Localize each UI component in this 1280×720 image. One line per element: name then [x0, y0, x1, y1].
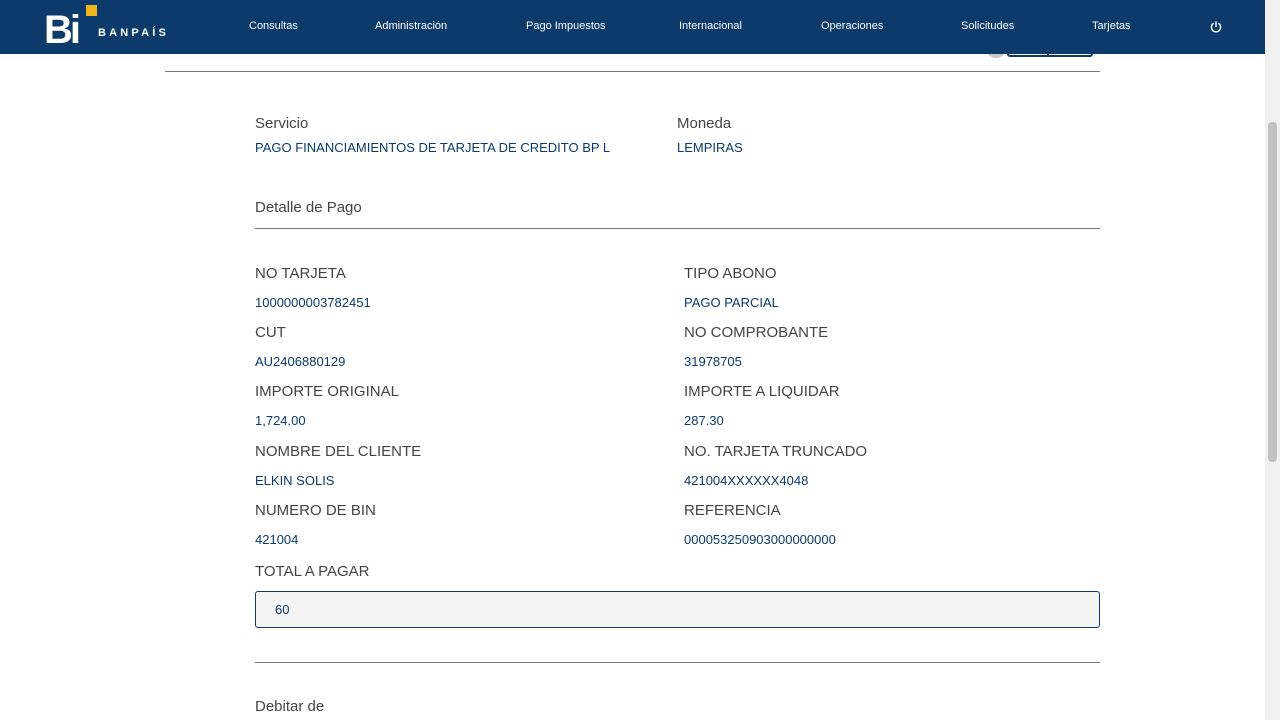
no-comprobante-value: 31978705 — [684, 354, 742, 369]
cut-label: CUT — [255, 324, 286, 341]
moneda-label: Moneda — [677, 115, 732, 132]
total-pagar-input[interactable] — [255, 591, 1100, 628]
no-tarjeta-label: NO TARJETA — [255, 265, 346, 282]
tipo-abono-label: TIPO ABONO — [684, 265, 777, 282]
tarjeta-truncado-value: 421004XXXXXX4048 — [684, 473, 809, 488]
logo-mark: Bi — [44, 8, 81, 52]
no-tarjeta-value: 1000000003782451 — [255, 295, 371, 310]
nav-administracion[interactable]: Administración — [375, 20, 447, 32]
detalle-title: Detalle de Pago — [255, 199, 362, 216]
cut-value: AU2406880129 — [255, 354, 346, 369]
nav-consultas[interactable]: Consultas — [249, 20, 298, 32]
top-navbar: Bi BANPAÍS Consultas Administración Pago… — [0, 0, 1265, 54]
nav-internacional[interactable]: Internacional — [679, 20, 742, 32]
divider-detalle — [255, 228, 1100, 229]
servicio-value: PAGO FINANCIAMIENTOS DE TARJETA DE CREDI… — [255, 140, 611, 155]
importe-original-value: 1,724.00 — [255, 413, 306, 428]
nav-solicitudes[interactable]: Solicitudes — [961, 20, 1014, 32]
numero-bin-value: 421004 — [255, 532, 299, 547]
nav-pago-impuestos[interactable]: Pago Impuestos — [526, 20, 606, 32]
tarjeta-truncado-label: NO. TARJETA TRUNCADO — [684, 443, 868, 460]
moneda-value: LEMPIRAS — [677, 140, 743, 155]
referencia-value: 000053250903000000000 — [684, 532, 836, 547]
importe-original-label: IMPORTE ORIGINAL — [255, 383, 399, 400]
logo-text: BANPAÍS — [98, 27, 170, 39]
nombre-cliente-label: NOMBRE DEL CLIENTE — [255, 443, 422, 460]
nav-operaciones[interactable]: Operaciones — [821, 20, 883, 32]
referencia-label: REFERENCIA — [684, 502, 781, 519]
power-icon[interactable] — [1210, 21, 1222, 33]
servicio-label: Servicio — [255, 115, 309, 132]
logo-accent-square — [86, 5, 97, 16]
debitar-label: Debitar de — [255, 698, 325, 715]
numero-bin-label: NUMERO DE BIN — [255, 502, 376, 519]
total-pagar-label: TOTAL A PAGAR — [255, 563, 370, 580]
divider-top — [165, 71, 1100, 72]
importe-liquidar-value: 287.30 — [684, 413, 724, 428]
page-scrollbar[interactable] — [1265, 0, 1280, 720]
importe-liquidar-label: IMPORTE A LIQUIDAR — [684, 383, 840, 400]
scrollbar-thumb[interactable] — [1268, 122, 1277, 462]
divider-bottom — [255, 662, 1100, 663]
nombre-cliente-value: ELKIN SOLIS — [255, 473, 335, 488]
no-comprobante-label: NO COMPROBANTE — [684, 324, 829, 341]
tipo-abono-value: PAGO PARCIAL — [684, 295, 779, 310]
nav-tarjetas[interactable]: Tarjetas — [1092, 20, 1131, 32]
